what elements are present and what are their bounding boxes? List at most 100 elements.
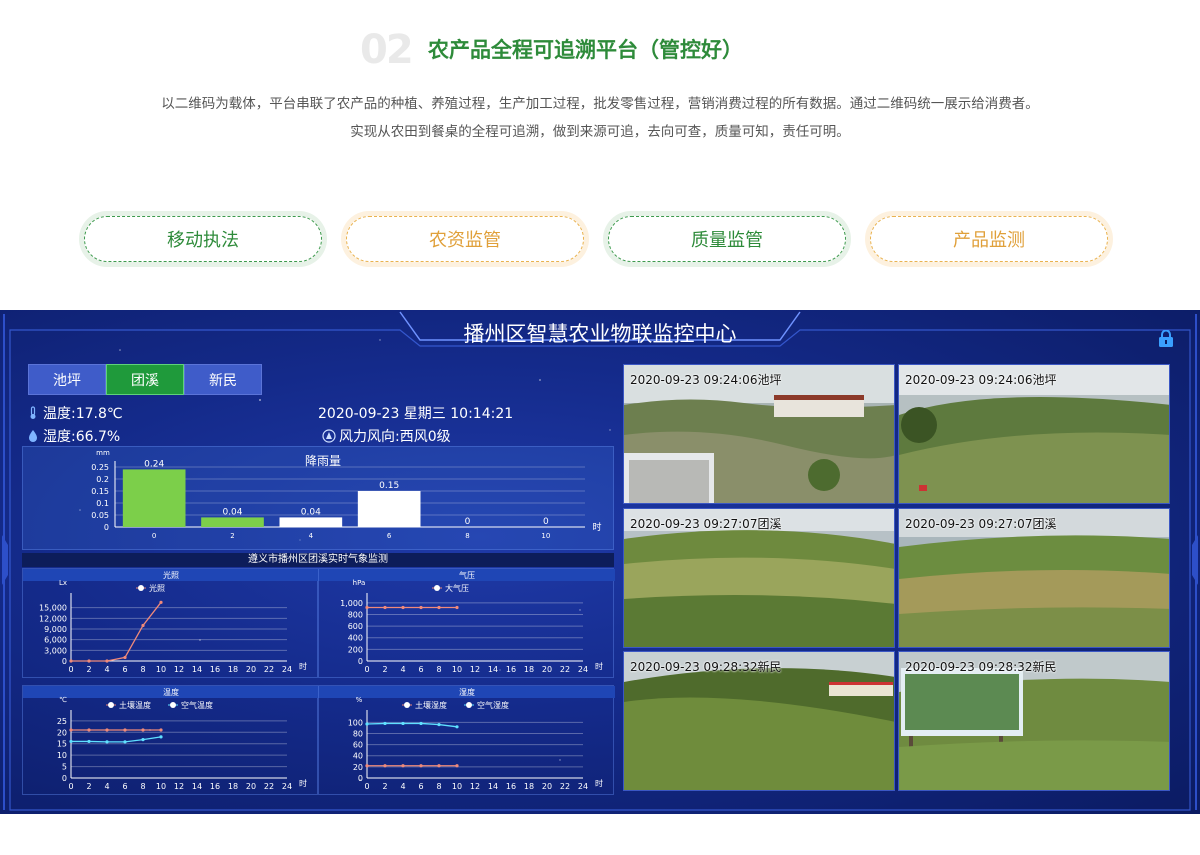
feature-pill-label: 移动执法 <box>84 216 322 262</box>
x-tick-label: 6 <box>418 665 423 674</box>
y-tick-label: 1,000 <box>340 599 363 608</box>
feature-pill-agri-supplies[interactable]: 农资监管 <box>341 211 589 267</box>
legend-marker <box>404 702 410 708</box>
x-tick-label: 8 <box>140 665 145 674</box>
humidity-chart: 湿度%土壤湿度 空气湿度0204060801000 2 4 6 8 10 12 14 16 18 20… <box>319 686 615 791</box>
y-tick-label: 40 <box>353 752 363 761</box>
x-tick-label: 8 <box>436 665 441 674</box>
x-tick-label: 2 <box>86 665 91 674</box>
x-tick-label: 2 <box>382 782 387 791</box>
x-tick-label: 4 <box>104 665 109 674</box>
x-tick-label: 20 <box>542 782 552 791</box>
legend-marker <box>170 702 176 708</box>
x-tick-label: 18 <box>524 782 534 791</box>
dashboard-title: 播州区智慧农业物联监控中心 <box>463 322 737 346</box>
feature-pill-label: 质量监管 <box>608 216 846 262</box>
camera-feed-xinmin-1[interactable]: 2020-09-23 09:28:32新民 <box>623 651 895 791</box>
chart-title: 降雨量 <box>305 454 341 468</box>
x-axis-label: 时 <box>299 661 307 671</box>
data-point <box>419 605 423 610</box>
y-tick-label: 0.05 <box>91 511 109 520</box>
x-tick-label: 18 <box>228 782 238 791</box>
wind-readout: 风力风向:西风0级 <box>322 426 451 446</box>
y-axis-label: % <box>356 696 363 704</box>
x-tick-label: 8 <box>436 782 441 791</box>
tab-xinmin[interactable]: 新民 <box>184 364 262 395</box>
data-point <box>141 728 145 732</box>
legend-marker <box>466 702 472 708</box>
x-tick-label: 12 <box>470 782 480 791</box>
data-point <box>419 721 423 726</box>
x-tick-label: 6 <box>122 782 127 791</box>
data-point <box>401 721 405 726</box>
data-point <box>437 605 441 610</box>
wind-direction-icon <box>322 429 336 443</box>
data-point <box>159 728 163 732</box>
x-tick-label: 6 <box>122 665 127 674</box>
tab-tuanxi[interactable]: 团溪 <box>106 364 184 395</box>
y-tick-label: 9,000 <box>44 625 67 634</box>
camera-feed-xinmin-2[interactable]: 2020-09-23 09:28:32新民 <box>898 651 1170 791</box>
y-tick-label: 0 <box>104 523 109 532</box>
data-point <box>455 605 459 610</box>
humidity-value: 湿度:66.7% <box>43 429 121 445</box>
data-point <box>105 728 109 732</box>
section-index-watermark: 02 <box>360 27 414 73</box>
legend-marker <box>434 585 440 591</box>
data-point <box>419 764 423 768</box>
tab-chiping[interactable]: 池坪 <box>28 364 106 395</box>
lock-icon[interactable] <box>1158 330 1174 348</box>
y-tick-label: 60 <box>353 741 363 750</box>
x-tick-label: 14 <box>488 782 498 791</box>
bar-value-label: 0.04 <box>301 507 321 517</box>
x-tick-label: 10 <box>452 665 462 674</box>
data-point <box>365 722 369 726</box>
chart-title: 气压 <box>459 570 475 580</box>
data-point <box>365 605 369 610</box>
y-tick-label: 20 <box>57 728 67 737</box>
legend-marker <box>138 585 144 591</box>
y-tick-label: 0.25 <box>91 463 109 472</box>
legend-label: 空气湿度 <box>477 700 509 710</box>
legend-marker <box>108 702 114 708</box>
x-tick-label: 20 <box>246 782 256 791</box>
data-point <box>401 764 405 768</box>
data-point <box>159 735 163 739</box>
camera-feed-tuanxi-1[interactable]: 2020-09-23 09:27:07团溪 <box>623 508 895 648</box>
x-axis-label: 时 <box>595 661 603 671</box>
camera-timestamp: 2020-09-23 09:27:07团溪 <box>630 517 782 531</box>
x-tick-label: 4 <box>400 782 405 791</box>
x-tick-label: 0 <box>364 665 369 674</box>
x-tick-label: 16 <box>506 665 516 674</box>
x-tick-label: 6 <box>418 782 423 791</box>
camera-feed-chiping-1[interactable]: 2020-09-23 09:24:06池坪 <box>623 364 895 504</box>
humidity-panel: 湿度% 土壤湿度 空气湿度 0 20 40 60 80 100 0 2 4 6 8 10 12 14 16 18 20… <box>318 685 615 795</box>
y-tick-label: 3,000 <box>44 646 67 655</box>
x-tick-label: 12 <box>174 665 184 674</box>
x-tick-label: 0 <box>68 665 73 674</box>
camera-feed-tuanxi-2[interactable]: 2020-09-23 09:27:07团溪 <box>898 508 1170 648</box>
page-title: 农产品全程可追溯平台（管控好） <box>428 38 743 62</box>
y-tick-label: 0.1 <box>96 499 109 508</box>
data-point <box>383 721 387 726</box>
x-tick-label: 8 <box>140 782 145 791</box>
illuminance-chart: 光照Lx光照03,0006,0009,00012,00015,0000 2 4 6 8 1… <box>23 569 319 674</box>
feature-pill-product-monitor[interactable]: 产品监测 <box>865 211 1113 267</box>
data-point <box>401 605 405 610</box>
data-point <box>87 728 91 732</box>
illuminance-panel: 光照 Lx 光照 0 3,000 6,000 9,000 12,000 15,000 0 2 4 6 8 1… <box>22 568 319 678</box>
x-tick-label: 0 <box>68 782 73 791</box>
x-axis-label: 时 <box>299 778 307 788</box>
y-axis-label: hPa <box>353 579 366 587</box>
camera-timestamp: 2020-09-23 09:27:07团溪 <box>905 517 1057 531</box>
series-line <box>71 736 162 743</box>
intro-line-2: 实现从农田到餐桌的全程可追溯，做到来源可追，去向可查，质量可知，责任可明。 <box>350 124 850 140</box>
feature-pill-mobile-enforcement[interactable]: 移动执法 <box>79 211 327 267</box>
camera-feed-chiping-2[interactable]: 2020-09-23 09:24:06池坪 <box>898 364 1170 504</box>
data-point <box>87 659 91 663</box>
y-tick-label: 200 <box>348 645 363 654</box>
y-tick-label: 0 <box>62 657 67 666</box>
bar <box>357 491 421 527</box>
feature-pill-quality[interactable]: 质量监管 <box>603 211 851 267</box>
legend-label: 土壤湿度 <box>415 700 447 710</box>
